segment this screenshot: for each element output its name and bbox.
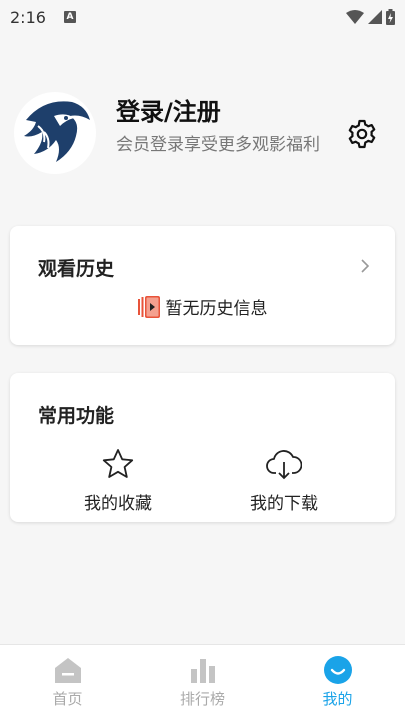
nav-label-home: 首页 bbox=[52, 690, 83, 708]
bottom-nav: 首页 排行榜 我的 bbox=[0, 644, 405, 720]
nav-item-home[interactable]: 首页 bbox=[0, 645, 135, 720]
eagle-logo-icon bbox=[15, 93, 95, 173]
downloads-label: 我的下载 bbox=[250, 494, 318, 514]
star-icon bbox=[102, 449, 134, 478]
history-empty-text: 暂无历史信息 bbox=[165, 299, 268, 319]
nav-item-ranking[interactable]: 排行榜 bbox=[135, 645, 270, 720]
profile-subtitle: 会员登录享受更多观影福利 bbox=[116, 135, 320, 155]
login-register-link[interactable]: 登录/注册 bbox=[116, 92, 221, 127]
history-card[interactable]: 观看历史 暂无历史信息 bbox=[10, 226, 395, 345]
downloads-button[interactable]: 我的下载 bbox=[219, 447, 349, 514]
battery-charging-icon bbox=[386, 9, 395, 25]
settings-button[interactable] bbox=[346, 118, 378, 150]
history-title: 观看历史 bbox=[38, 258, 115, 280]
status-time: 2:16 bbox=[10, 7, 46, 27]
favorites-label: 我的收藏 bbox=[84, 494, 152, 514]
signal-icon bbox=[368, 10, 382, 24]
status-icons bbox=[346, 9, 395, 25]
smile-icon bbox=[323, 656, 352, 684]
avatar[interactable] bbox=[14, 92, 96, 174]
history-empty-state: 暂无历史信息 bbox=[10, 294, 395, 319]
cloud-download-icon bbox=[266, 450, 302, 480]
nav-item-mine[interactable]: 我的 bbox=[270, 645, 405, 720]
status-bar: 2:16 A bbox=[0, 0, 405, 34]
favorites-button[interactable]: 我的收藏 bbox=[53, 447, 183, 514]
nav-label-mine: 我的 bbox=[322, 690, 353, 708]
nav-label-ranking: 排行榜 bbox=[179, 690, 225, 708]
a-notification-icon: A bbox=[63, 11, 76, 23]
chevron-right-icon[interactable] bbox=[359, 258, 371, 274]
wifi-icon bbox=[346, 10, 364, 24]
bar-chart-icon bbox=[190, 659, 215, 683]
functions-title: 常用功能 bbox=[38, 405, 115, 427]
profile-section: 登录/注册 会员登录享受更多观影福利 bbox=[14, 92, 394, 192]
functions-card: 常用功能 我的收藏 我的下载 bbox=[10, 373, 395, 522]
video-icon bbox=[137, 295, 160, 318]
home-icon bbox=[54, 658, 81, 683]
gear-icon bbox=[348, 119, 376, 149]
